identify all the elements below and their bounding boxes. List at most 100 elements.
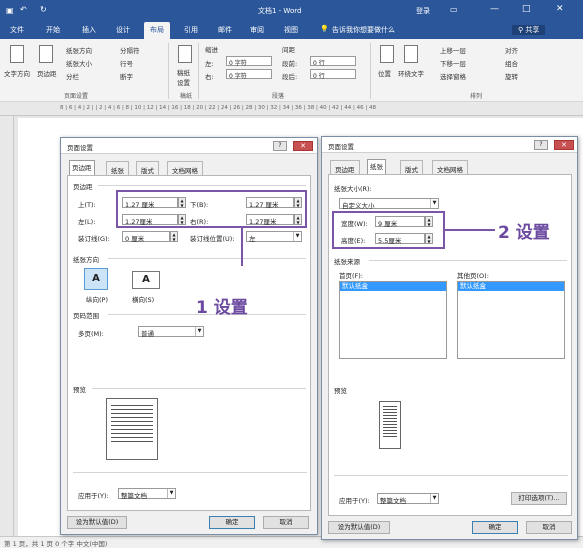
selection-pane-button[interactable]: 选择窗格 <box>440 71 466 81</box>
help-icon[interactable]: ? <box>273 141 287 151</box>
tab-margins[interactable]: 页边距 <box>330 160 360 174</box>
apply-to-select[interactable]: 整篇文档 ▼ <box>377 493 439 505</box>
tab-design[interactable]: 设计 <box>116 25 130 35</box>
pages-section-label: 页码范围 <box>73 312 99 320</box>
paper-size-select[interactable]: 自定义大小 ▼ <box>339 198 439 210</box>
tab-layout[interactable]: 布局 <box>144 22 170 39</box>
callout-line <box>241 228 243 266</box>
portrait-icon[interactable]: A <box>84 268 108 290</box>
chevron-down-icon: ▼ <box>195 327 203 336</box>
print-options-button[interactable]: 打印选项(T)... <box>511 492 567 505</box>
tab-view[interactable]: 视图 <box>284 25 298 35</box>
vertical-ruler <box>0 116 14 536</box>
rotate-button[interactable]: 旋转 <box>505 71 518 81</box>
portrait-option[interactable]: 纵向(P) <box>86 294 108 304</box>
orientation-button[interactable]: 纸张方向 <box>66 45 92 55</box>
divider <box>334 475 568 476</box>
draft-icon[interactable] <box>178 45 192 63</box>
bring-forward-button[interactable]: 上移一层 <box>440 45 466 55</box>
paper-source-label: 纸张来源 <box>334 258 360 266</box>
margins-button[interactable]: 页边距 <box>37 68 57 78</box>
multiple-pages-value: 普通 <box>141 330 154 338</box>
dialog-close-button[interactable]: ✕ <box>293 141 313 151</box>
cancel-button[interactable]: 取消 <box>526 521 572 534</box>
breaks-button[interactable]: 分隔符 <box>120 45 140 55</box>
draft-settings-button[interactable]: 稿纸 设置 <box>177 67 190 87</box>
position-icon[interactable] <box>380 45 394 63</box>
tab-paper[interactable]: 纸张 <box>367 159 386 175</box>
columns-button[interactable]: 分栏 <box>66 71 79 81</box>
top-margin-label: 上(T): <box>78 201 96 209</box>
undo-icon[interactable]: ↶ <box>20 5 27 14</box>
tab-review[interactable]: 审阅 <box>250 25 264 35</box>
other-pages-label: 其他页(O): <box>457 272 489 280</box>
save-icon[interactable]: ▣ <box>6 6 14 15</box>
wrap-text-icon[interactable] <box>404 45 418 63</box>
page-setup-group-label: 页面设置 <box>64 93 89 100</box>
tab-grid[interactable]: 文档网格 <box>432 160 468 174</box>
close-icon[interactable]: ✕ <box>556 4 564 14</box>
landscape-option[interactable]: 横向(S) <box>132 294 154 304</box>
dialog-close-button[interactable]: ✕ <box>554 140 574 150</box>
page-setup-dialog-paper: 页面设置 ? ✕ 页边距 纸张 版式 文档网格 纸张大小(R): 自定义大小 ▼ … <box>321 136 578 540</box>
tab-paper[interactable]: 纸张 <box>106 161 129 175</box>
gutter-spinner[interactable]: ▲ ▼ <box>170 231 178 242</box>
list-item[interactable]: 默认纸盒 <box>340 282 446 291</box>
login-link[interactable]: 登录 <box>416 6 430 16</box>
ok-button[interactable]: 确定 <box>472 521 518 534</box>
set-default-button[interactable]: 设为默认值(D) <box>67 516 127 529</box>
other-pages-tray-list[interactable]: 默认纸盒 <box>457 281 565 359</box>
tab-layout[interactable]: 版式 <box>400 160 423 174</box>
tab-grid[interactable]: 文档网格 <box>167 161 203 175</box>
group-divider <box>168 43 169 99</box>
position-button[interactable]: 位置 <box>378 68 391 78</box>
tab-margins[interactable]: 页边距 <box>69 160 95 176</box>
gutter-position-label: 装订线位置(U): <box>190 235 235 243</box>
text-direction-icon[interactable] <box>10 45 24 63</box>
text-direction-button[interactable]: 文字方向 <box>4 68 30 78</box>
line-numbers-button[interactable]: 行号 <box>120 58 133 68</box>
tab-mailings[interactable]: 邮件 <box>218 25 232 35</box>
word-titlebar: ▣ ↶ ↻ 文档1 - Word 登录 ▭ — □ ✕ <box>0 0 583 22</box>
tab-home[interactable]: 开始 <box>46 25 60 35</box>
ribbon-display-icon[interactable]: ▭ <box>450 5 458 14</box>
set-default-button[interactable]: 设为默认值(D) <box>328 521 390 534</box>
indent-right-input[interactable]: 0 字符 <box>226 69 272 80</box>
spacing-after-label: 段后: <box>282 73 298 81</box>
ok-button[interactable]: 确定 <box>209 516 255 529</box>
gutter-position-select[interactable]: 左 ▼ <box>246 231 302 243</box>
tab-references[interactable]: 引用 <box>184 25 198 35</box>
page-preview <box>106 398 158 460</box>
cancel-button[interactable]: 取消 <box>263 516 309 529</box>
paragraph-group-label: 段落 <box>272 93 285 100</box>
share-button[interactable]: ⚲ 共享 <box>512 25 546 35</box>
tab-insert[interactable]: 插入 <box>82 25 96 35</box>
landscape-icon[interactable]: A <box>132 271 160 289</box>
group-button[interactable]: 组合 <box>505 58 518 68</box>
minimize-icon[interactable]: — <box>490 4 499 14</box>
hyphenation-button[interactable]: 断字 <box>120 71 133 81</box>
spacing-before-input[interactable]: 0 行 <box>310 56 356 67</box>
gutter-input[interactable]: 0 厘米 <box>122 231 170 243</box>
apply-to-select[interactable]: 整篇文档 ▼ <box>118 488 176 500</box>
orientation-section-label: 纸张方向 <box>73 256 99 264</box>
group-divider <box>198 43 199 99</box>
tab-file[interactable]: 文件 <box>10 25 24 35</box>
send-backward-button[interactable]: 下移一层 <box>440 58 466 68</box>
share-label: 共享 <box>525 26 540 34</box>
margins-icon[interactable] <box>39 45 53 63</box>
first-page-tray-list[interactable]: 默认纸盒 <box>339 281 447 359</box>
maximize-icon[interactable]: □ <box>522 4 531 14</box>
redo-icon[interactable]: ↻ <box>40 5 47 14</box>
size-button[interactable]: 纸张大小 <box>66 58 92 68</box>
list-item[interactable]: 默认纸盒 <box>458 282 564 291</box>
tab-layout[interactable]: 版式 <box>136 161 159 175</box>
indent-left-input[interactable]: 0 字符 <box>226 56 272 67</box>
align-button[interactable]: 对齐 <box>505 45 518 55</box>
spacing-after-input[interactable]: 0 行 <box>310 69 356 80</box>
tell-me-box[interactable]: 告诉我你想要做什么 <box>332 25 395 35</box>
help-icon[interactable]: ? <box>534 140 548 150</box>
wrap-text-button[interactable]: 环绕文字 <box>398 68 424 78</box>
lightbulb-icon: 💡 <box>320 25 329 33</box>
multiple-pages-select[interactable]: 普通 ▼ <box>138 326 204 338</box>
